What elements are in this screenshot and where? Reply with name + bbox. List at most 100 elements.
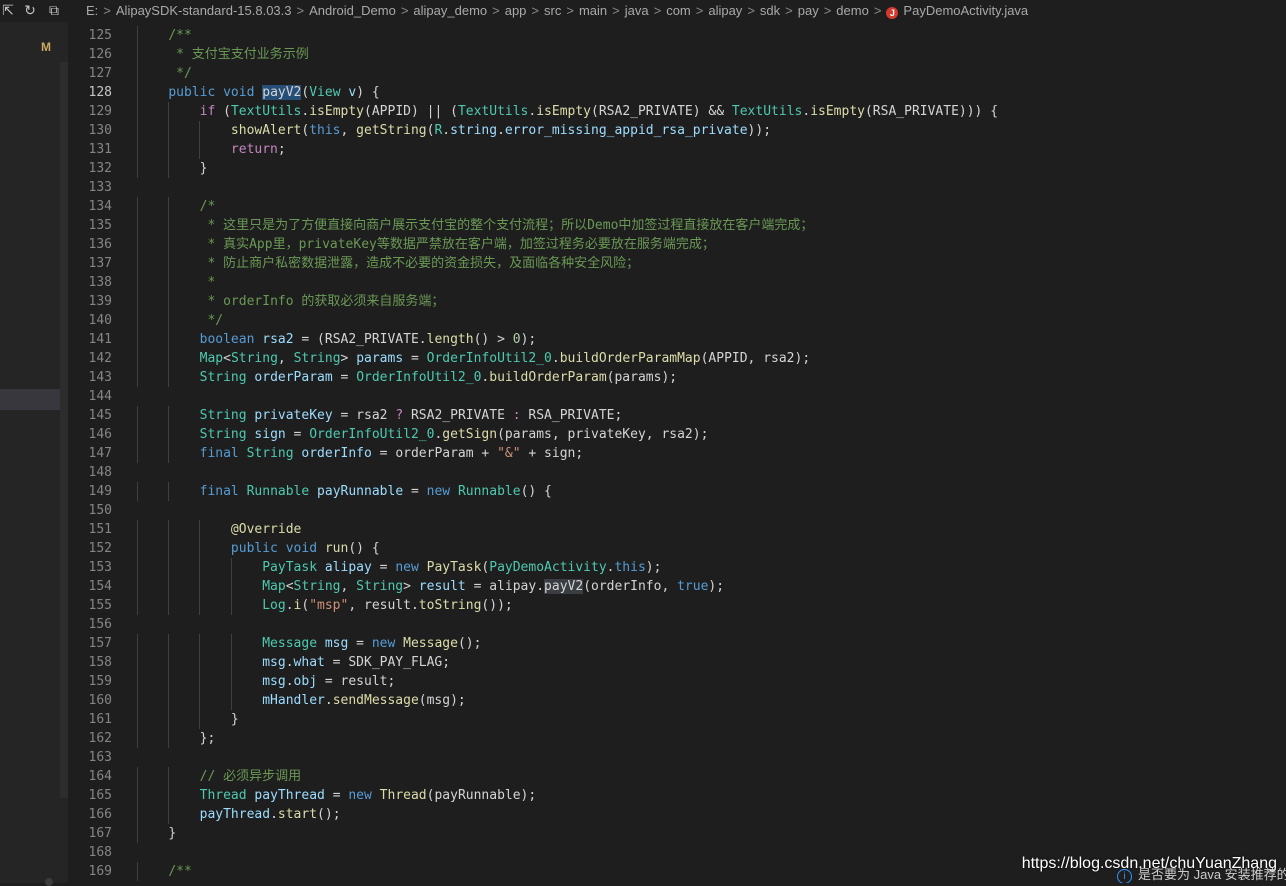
code-token: final bbox=[199, 484, 239, 499]
code-line[interactable]: String sign = OrderInfoUtil2_0.getSign(p… bbox=[137, 425, 1286, 444]
code-token: Runnable bbox=[457, 484, 521, 499]
collapse-all-icon[interactable]: ⧉ bbox=[46, 2, 62, 18]
indent-guide bbox=[137, 691, 138, 710]
breadcrumb-separator: > bbox=[653, 3, 662, 18]
code-editor[interactable]: /** * 支付宝支付业务示例 */ public void payV2(Vie… bbox=[137, 26, 1286, 881]
code-line[interactable]: * 支付宝支付业务示例 bbox=[137, 45, 1286, 64]
code-token: sign bbox=[254, 427, 286, 442]
code-token: = bbox=[403, 351, 427, 366]
breadcrumb-item[interactable]: src bbox=[544, 3, 561, 18]
code-line[interactable]: } bbox=[137, 710, 1286, 729]
code-line[interactable]: final Runnable payRunnable = new Runnabl… bbox=[137, 482, 1286, 501]
code-line[interactable]: String privateKey = rsa2 ? RSA2_PRIVATE … bbox=[137, 406, 1286, 425]
notification-toast[interactable]: i 是否要为 Java 安装推荐的 bbox=[1117, 866, 1286, 883]
code-token: Map bbox=[262, 579, 286, 594]
breadcrumb-item[interactable]: alipay bbox=[708, 3, 742, 18]
code-line[interactable]: Map<String, String> result = alipay.payV… bbox=[137, 577, 1286, 596]
code-token: < bbox=[285, 579, 294, 594]
code-token: isEmpty bbox=[309, 104, 365, 119]
code-line[interactable]: // 必须异步调用 bbox=[137, 767, 1286, 786]
line-number: 131 bbox=[88, 142, 112, 157]
code-line[interactable] bbox=[137, 463, 1286, 482]
code-line[interactable]: * 这里只是为了方便直接向商户展示支付宝的整个支付流程；所以Demo中加签过程直… bbox=[137, 216, 1286, 235]
code-line[interactable]: */ bbox=[137, 64, 1286, 83]
refresh-icon[interactable]: ↻ bbox=[22, 2, 38, 18]
line-number: 138 bbox=[88, 275, 112, 290]
code-line[interactable]: */ bbox=[137, 311, 1286, 330]
breadcrumb-item[interactable]: app bbox=[505, 3, 527, 18]
code-line[interactable]: * orderInfo 的获取必须来自服务端； bbox=[137, 292, 1286, 311]
code-token: = bbox=[403, 484, 427, 499]
line-number: 143 bbox=[88, 370, 112, 385]
indent-guide bbox=[168, 368, 170, 387]
breadcrumb-item[interactable]: demo bbox=[836, 3, 869, 18]
code-line[interactable]: public void payV2(View v) { bbox=[137, 83, 1286, 102]
code-line[interactable]: }; bbox=[137, 729, 1286, 748]
line-number: 130 bbox=[88, 123, 112, 138]
code-line[interactable]: * bbox=[137, 273, 1286, 292]
code-token: OrderInfoUtil2_0 bbox=[356, 370, 482, 385]
line-number: 164 bbox=[88, 769, 112, 784]
code-line[interactable]: Thread payThread = new Thread(payRunnabl… bbox=[137, 786, 1286, 805]
code-token: ); bbox=[645, 560, 662, 575]
breadcrumb-item[interactable]: Android_Demo bbox=[309, 3, 396, 18]
code-line[interactable]: msg.obj = result; bbox=[137, 672, 1286, 691]
code-line[interactable] bbox=[137, 178, 1286, 197]
line-number: 153 bbox=[88, 560, 112, 575]
line-number: 151 bbox=[88, 522, 112, 537]
code-token: * 真实App里，privateKey等数据严禁放在客户端，加签过程务必要放在服… bbox=[199, 237, 715, 252]
indent-guide bbox=[137, 862, 138, 881]
code-token: ( bbox=[215, 104, 231, 119]
code-line[interactable] bbox=[137, 615, 1286, 634]
breadcrumb-file[interactable]: PayDemoActivity.java bbox=[903, 3, 1028, 18]
indent-guide bbox=[137, 710, 138, 729]
code-line[interactable]: final String orderInfo = orderParam + "&… bbox=[137, 444, 1286, 463]
breadcrumb: E: > AlipaySDK-standard-15.8.03.3 > Android_… bbox=[86, 3, 1028, 19]
indent-guide bbox=[168, 121, 170, 140]
code-line[interactable]: return; bbox=[137, 140, 1286, 159]
code-token: */ bbox=[168, 66, 192, 81]
side-panel-scrollbar[interactable] bbox=[60, 62, 68, 798]
indent-guide bbox=[168, 577, 170, 596]
breadcrumb-item[interactable]: E: bbox=[86, 3, 98, 18]
code-line[interactable]: } bbox=[137, 159, 1286, 178]
code-line[interactable]: boolean rsa2 = (RSA2_PRIVATE.length() > … bbox=[137, 330, 1286, 349]
indent-guide bbox=[137, 197, 138, 216]
breadcrumb-item[interactable]: sdk bbox=[760, 3, 780, 18]
side-panel-selection[interactable] bbox=[0, 389, 68, 410]
code-line[interactable]: showAlert(this, getString(R.string.error… bbox=[137, 121, 1286, 140]
breadcrumb-item[interactable]: com bbox=[666, 3, 691, 18]
line-number: 167 bbox=[88, 826, 112, 841]
code-line[interactable]: mHandler.sendMessage(msg); bbox=[137, 691, 1286, 710]
code-line[interactable]: payThread.start(); bbox=[137, 805, 1286, 824]
code-token: = alipay. bbox=[465, 579, 545, 594]
code-line[interactable]: Log.i("msp", result.toString()); bbox=[137, 596, 1286, 615]
breadcrumb-item[interactable]: java bbox=[625, 3, 649, 18]
indent-guide bbox=[137, 786, 138, 805]
code-line[interactable]: * 防止商户私密数据泄露，造成不必要的资金损失，及面临各种安全风险； bbox=[137, 254, 1286, 273]
code-line[interactable]: String orderParam = OrderInfoUtil2_0.bui… bbox=[137, 368, 1286, 387]
code-line[interactable]: @Override bbox=[137, 520, 1286, 539]
breadcrumb-item[interactable]: pay bbox=[798, 3, 819, 18]
code-line[interactable]: * 真实App里，privateKey等数据严禁放在客户端，加签过程务必要放在服… bbox=[137, 235, 1286, 254]
code-line[interactable]: public void run() { bbox=[137, 539, 1286, 558]
code-line[interactable]: /** bbox=[137, 26, 1286, 45]
code-token: (); bbox=[457, 636, 482, 651]
line-number: 158 bbox=[88, 655, 112, 670]
breadcrumb-item[interactable]: AlipaySDK-standard-15.8.03.3 bbox=[116, 3, 292, 18]
collapse-icon[interactable]: ⇱ bbox=[0, 2, 16, 18]
code-line[interactable]: PayTask alipay = new PayTask(PayDemoActi… bbox=[137, 558, 1286, 577]
code-line[interactable]: msg.what = SDK_PAY_FLAG; bbox=[137, 653, 1286, 672]
code-line[interactable] bbox=[137, 501, 1286, 520]
code-line[interactable]: if (TextUtils.isEmpty(APPID) || (TextUti… bbox=[137, 102, 1286, 121]
code-line[interactable] bbox=[137, 748, 1286, 767]
code-line[interactable]: Message msg = new Message(); bbox=[137, 634, 1286, 653]
code-token: = bbox=[285, 427, 310, 442]
code-line[interactable]: Map<String, String> params = OrderInfoUt… bbox=[137, 349, 1286, 368]
code-line[interactable]: } bbox=[137, 824, 1286, 843]
breadcrumb-item[interactable]: alipay_demo bbox=[413, 3, 487, 18]
breadcrumb-item[interactable]: main bbox=[579, 3, 607, 18]
code-line[interactable] bbox=[137, 387, 1286, 406]
code-line[interactable]: /* bbox=[137, 197, 1286, 216]
